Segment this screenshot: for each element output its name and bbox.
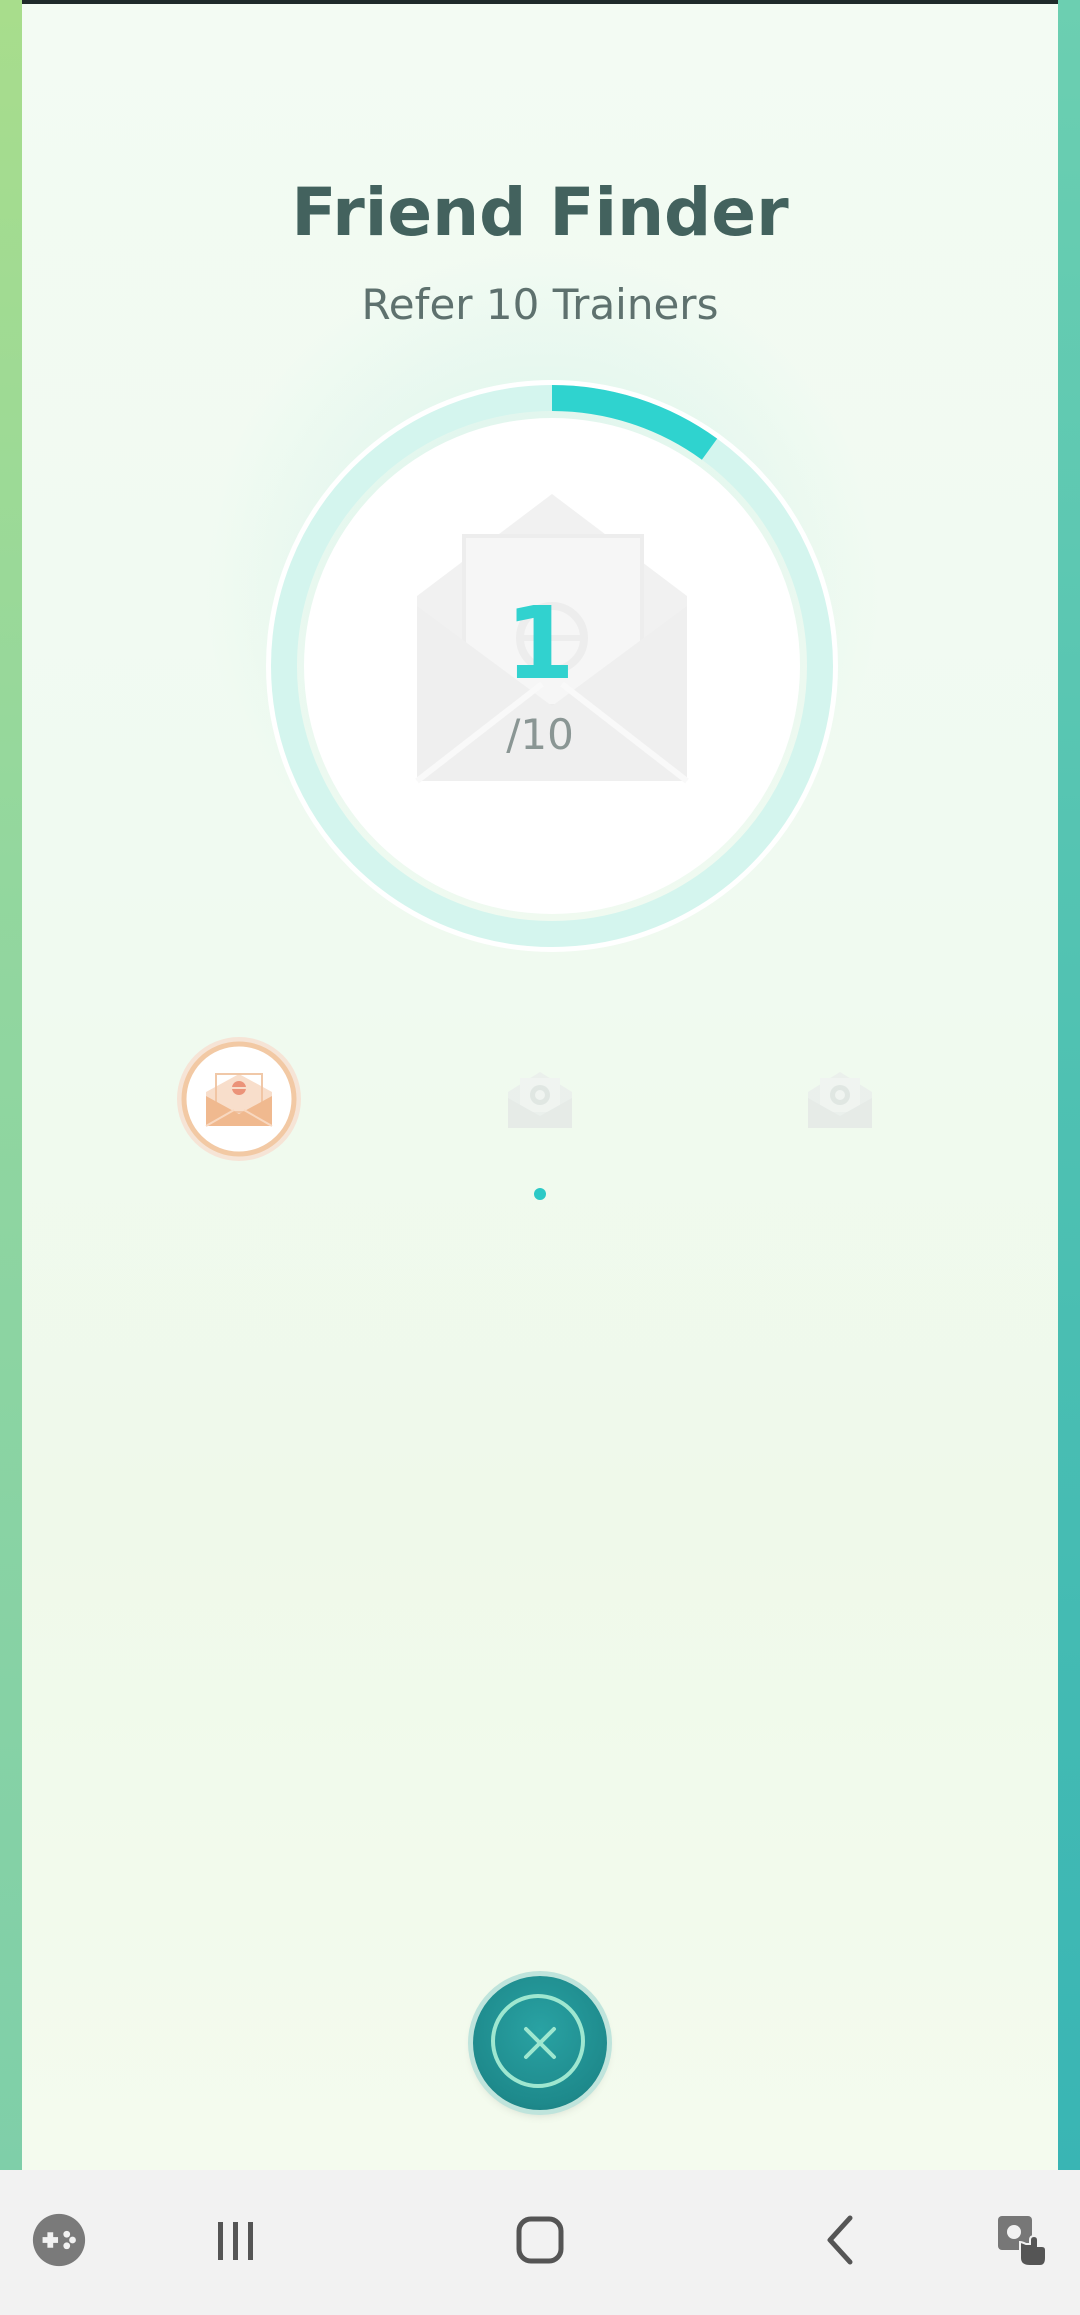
- gold-envelope-icon: [808, 1072, 872, 1128]
- game-launcher-button[interactable]: [9, 2190, 109, 2290]
- system-navigation-bar: [0, 2170, 1080, 2315]
- close-icon: [524, 2027, 556, 2059]
- progress-total: /10: [506, 710, 574, 759]
- recent-apps-icon: [218, 2222, 253, 2260]
- home-icon: [516, 2216, 564, 2264]
- left-edge-border: [0, 0, 22, 2170]
- back-button[interactable]: [792, 2190, 892, 2290]
- home-button[interactable]: [490, 2190, 590, 2290]
- page-indicator-dot: [534, 1188, 546, 1200]
- close-button[interactable]: [473, 1976, 607, 2110]
- bronze-tier-medal[interactable]: [174, 1034, 304, 1164]
- progress-count: 1: [505, 585, 575, 702]
- right-edge-border: [1058, 0, 1080, 2170]
- game-launcher-icon: [32, 2213, 86, 2267]
- assistant-icon: [998, 2216, 1047, 2267]
- medal-title: Friend Finder: [291, 174, 789, 251]
- medal-detail-panel: Friend Finder Refer 10 Trainers 1 /10: [22, 4, 1058, 2170]
- silver-tier-medal[interactable]: [475, 1034, 605, 1164]
- assistant-button[interactable]: [970, 2190, 1070, 2290]
- gold-tier-medal[interactable]: [775, 1034, 905, 1164]
- silver-envelope-icon: [508, 1072, 572, 1128]
- medal-requirement: Refer 10 Trainers: [361, 280, 719, 329]
- bronze-envelope-icon: [205, 1073, 273, 1127]
- recent-apps-button[interactable]: [186, 2190, 286, 2290]
- back-icon: [827, 2215, 853, 2265]
